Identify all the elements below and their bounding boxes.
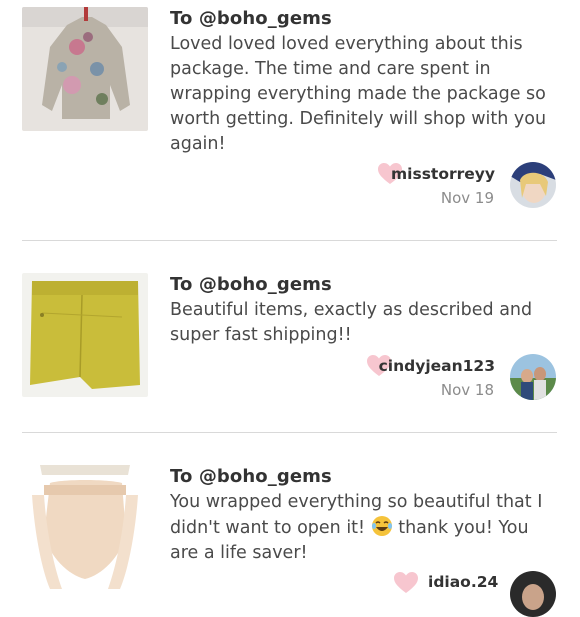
- recipient-label: To @boho_gems: [170, 274, 332, 295]
- review-text: Loved loved loved everything about this …: [170, 34, 547, 154]
- reviewer-avatar[interactable]: [510, 162, 556, 208]
- review-text: You wrapped everything so beautiful that…: [170, 490, 562, 566]
- recipient-label: To @boho_gems: [170, 466, 332, 487]
- heart-icon[interactable]: [393, 571, 419, 595]
- reviewer-username[interactable]: cindyjean123: [379, 357, 495, 375]
- listing-thumbnail[interactable]: [22, 273, 148, 397]
- review-item: To @boho_gems Loved loved loved everythi…: [0, 0, 580, 240]
- reviewer-avatar[interactable]: [510, 571, 556, 617]
- review-text: Beautiful items, exactly as described an…: [170, 300, 533, 345]
- recipient-label: To @boho_gems: [170, 8, 332, 29]
- reviewer-username[interactable]: idiao.24: [428, 573, 498, 591]
- reviewer-avatar[interactable]: [510, 354, 556, 400]
- listing-thumbnail[interactable]: [22, 7, 148, 131]
- laughing-emoji-icon: [371, 516, 392, 536]
- reviewer-username[interactable]: misstorreyy: [391, 165, 495, 183]
- review-date: Nov 19: [440, 189, 494, 207]
- review-item: To @boho_gems Beautiful items, exactly a…: [0, 241, 580, 432]
- review-date: Nov 18: [440, 381, 494, 399]
- listing-thumbnail[interactable]: [22, 465, 148, 589]
- review-item: To @boho_gems You wrapped everything so …: [0, 433, 580, 617]
